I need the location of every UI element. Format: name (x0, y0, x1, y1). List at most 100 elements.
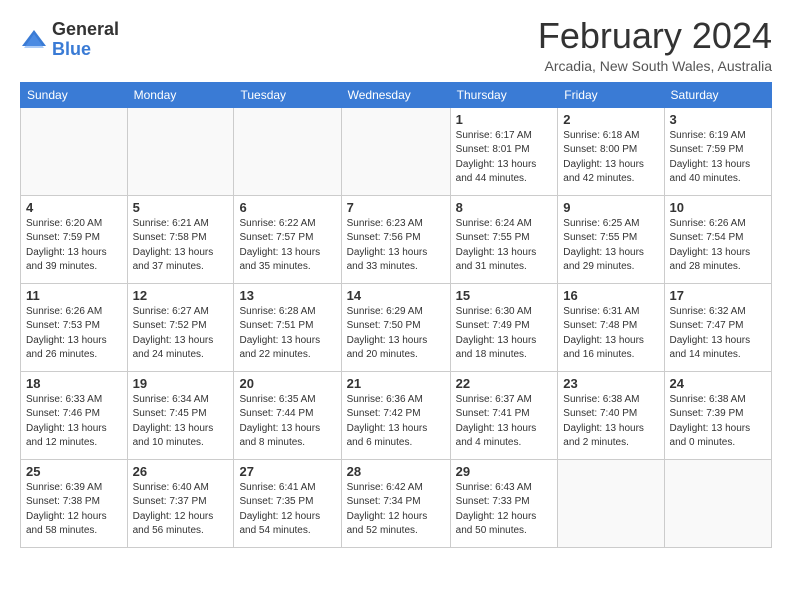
day-number: 11 (26, 288, 122, 303)
day-info: Sunrise: 6:39 AM Sunset: 7:38 PM Dayligh… (26, 481, 122, 539)
calendar-cell: 22 Sunrise: 6:37 AM Sunset: 7:41 PM Dayli… (450, 371, 558, 459)
day-info: Sunrise: 6:42 AM Sunset: 7:34 PM Dayligh… (347, 481, 445, 539)
calendar: Sunday Monday Tuesday Wednesday Thursday… (20, 82, 772, 548)
col-sunday: Sunday (21, 82, 128, 107)
day-number: 12 (133, 288, 229, 303)
calendar-cell (664, 459, 771, 547)
day-number: 20 (239, 376, 335, 391)
day-info: Sunrise: 6:38 AM Sunset: 7:39 PM Dayligh… (670, 393, 766, 451)
day-number: 3 (670, 112, 766, 127)
day-number: 4 (26, 200, 122, 215)
day-info: Sunrise: 6:33 AM Sunset: 7:46 PM Dayligh… (26, 393, 122, 451)
col-saturday: Saturday (664, 82, 771, 107)
logo: General Blue (20, 20, 119, 60)
calendar-cell: 14Sunrise: 6:29 AM Sunset: 7:50 PM Dayli… (341, 283, 450, 371)
calendar-cell: 5 Sunrise: 6:21 AM Sunset: 7:58 PM Daylig… (127, 195, 234, 283)
day-number: 2 (563, 112, 658, 127)
calendar-cell: 1 Sunrise: 6:17 AM Sunset: 8:01 PM Daylig… (450, 107, 558, 195)
day-number: 9 (563, 200, 658, 215)
week-row-0: 1 Sunrise: 6:17 AM Sunset: 8:01 PM Daylig… (21, 107, 772, 195)
week-row-3: 18 Sunrise: 6:33 AM Sunset: 7:46 PM Dayli… (21, 371, 772, 459)
calendar-cell: 9 Sunrise: 6:25 AM Sunset: 7:55 PM Daylig… (558, 195, 664, 283)
day-info: Sunrise: 6:31 AM Sunset: 7:48 PM Dayligh… (563, 305, 658, 363)
day-number: 13 (239, 288, 335, 303)
logo-text: General Blue (52, 20, 119, 60)
calendar-cell: 19 Sunrise: 6:34 AM Sunset: 7:45 PM Dayli… (127, 371, 234, 459)
title-area: February 2024 Arcadia, New South Wales, … (538, 16, 772, 74)
calendar-cell (21, 107, 128, 195)
day-info: Sunrise: 6:23 AM Sunset: 7:56 PM Dayligh… (347, 217, 445, 275)
col-thursday: Thursday (450, 82, 558, 107)
day-info: Sunrise: 6:34 AM Sunset: 7:45 PM Dayligh… (133, 393, 229, 451)
week-row-1: 4 Sunrise: 6:20 AM Sunset: 7:59 PM Daylig… (21, 195, 772, 283)
day-number: 8 (456, 200, 553, 215)
calendar-cell: 26Sunrise: 6:40 AM Sunset: 7:37 PM Dayli… (127, 459, 234, 547)
header-row: Sunday Monday Tuesday Wednesday Thursday… (21, 82, 772, 107)
day-info: Sunrise: 6:17 AM Sunset: 8:01 PM Dayligh… (456, 129, 553, 187)
calendar-cell: 17Sunrise: 6:32 AM Sunset: 7:47 PM Dayli… (664, 283, 771, 371)
day-info: Sunrise: 6:41 AM Sunset: 7:35 PM Dayligh… (239, 481, 335, 539)
header: General Blue February 2024 Arcadia, New … (20, 16, 772, 74)
day-info: Sunrise: 6:35 AM Sunset: 7:44 PM Dayligh… (239, 393, 335, 451)
calendar-cell: 28 Sunrise: 6:42 AM Sunset: 7:34 PM Dayli… (341, 459, 450, 547)
day-info: Sunrise: 6:36 AM Sunset: 7:42 PM Dayligh… (347, 393, 445, 451)
calendar-cell: 8 Sunrise: 6:24 AM Sunset: 7:55 PM Daylig… (450, 195, 558, 283)
calendar-cell: 15Sunrise: 6:30 AM Sunset: 7:49 PM Dayli… (450, 283, 558, 371)
calendar-cell: 13Sunrise: 6:28 AM Sunset: 7:51 PM Dayli… (234, 283, 341, 371)
calendar-cell: 24 Sunrise: 6:38 AM Sunset: 7:39 PM Dayli… (664, 371, 771, 459)
day-number: 15 (456, 288, 553, 303)
day-info: Sunrise: 6:18 AM Sunset: 8:00 PM Dayligh… (563, 129, 658, 187)
page: General Blue February 2024 Arcadia, New … (0, 0, 792, 612)
day-number: 5 (133, 200, 229, 215)
calendar-cell: 20 Sunrise: 6:35 AM Sunset: 7:44 PM Dayli… (234, 371, 341, 459)
month-year: February 2024 (538, 16, 772, 56)
day-number: 26 (133, 464, 229, 479)
calendar-cell: 6Sunrise: 6:22 AM Sunset: 7:57 PM Daylig… (234, 195, 341, 283)
calendar-cell: 7 Sunrise: 6:23 AM Sunset: 7:56 PM Daylig… (341, 195, 450, 283)
col-friday: Friday (558, 82, 664, 107)
day-number: 7 (347, 200, 445, 215)
day-info: Sunrise: 6:37 AM Sunset: 7:41 PM Dayligh… (456, 393, 553, 451)
day-number: 22 (456, 376, 553, 391)
col-tuesday: Tuesday (234, 82, 341, 107)
day-info: Sunrise: 6:27 AM Sunset: 7:52 PM Dayligh… (133, 305, 229, 363)
day-number: 21 (347, 376, 445, 391)
day-info: Sunrise: 6:19 AM Sunset: 7:59 PM Dayligh… (670, 129, 766, 187)
calendar-cell (341, 107, 450, 195)
calendar-cell: 29Sunrise: 6:43 AM Sunset: 7:33 PM Dayli… (450, 459, 558, 547)
logo-icon (20, 26, 48, 54)
logo-general: General (52, 20, 119, 40)
logo-blue: Blue (52, 40, 119, 60)
day-info: Sunrise: 6:20 AM Sunset: 7:59 PM Dayligh… (26, 217, 122, 275)
col-monday: Monday (127, 82, 234, 107)
day-number: 28 (347, 464, 445, 479)
calendar-cell: 16 Sunrise: 6:31 AM Sunset: 7:48 PM Dayli… (558, 283, 664, 371)
calendar-cell (127, 107, 234, 195)
calendar-cell: 27 Sunrise: 6:41 AM Sunset: 7:35 PM Dayli… (234, 459, 341, 547)
col-wednesday: Wednesday (341, 82, 450, 107)
day-number: 17 (670, 288, 766, 303)
day-number: 18 (26, 376, 122, 391)
day-info: Sunrise: 6:25 AM Sunset: 7:55 PM Dayligh… (563, 217, 658, 275)
calendar-cell: 12 Sunrise: 6:27 AM Sunset: 7:52 PM Dayli… (127, 283, 234, 371)
calendar-cell: 3 Sunrise: 6:19 AM Sunset: 7:59 PM Daylig… (664, 107, 771, 195)
week-row-4: 25Sunrise: 6:39 AM Sunset: 7:38 PM Dayli… (21, 459, 772, 547)
week-row-2: 11 Sunrise: 6:26 AM Sunset: 7:53 PM Dayli… (21, 283, 772, 371)
day-number: 10 (670, 200, 766, 215)
day-number: 24 (670, 376, 766, 391)
calendar-cell (234, 107, 341, 195)
day-number: 1 (456, 112, 553, 127)
day-info: Sunrise: 6:26 AM Sunset: 7:53 PM Dayligh… (26, 305, 122, 363)
day-info: Sunrise: 6:21 AM Sunset: 7:58 PM Dayligh… (133, 217, 229, 275)
calendar-cell: 23Sunrise: 6:38 AM Sunset: 7:40 PM Dayli… (558, 371, 664, 459)
calendar-cell: 10Sunrise: 6:26 AM Sunset: 7:54 PM Dayli… (664, 195, 771, 283)
day-number: 23 (563, 376, 658, 391)
day-number: 27 (239, 464, 335, 479)
day-info: Sunrise: 6:24 AM Sunset: 7:55 PM Dayligh… (456, 217, 553, 275)
day-info: Sunrise: 6:29 AM Sunset: 7:50 PM Dayligh… (347, 305, 445, 363)
calendar-cell: 18 Sunrise: 6:33 AM Sunset: 7:46 PM Dayli… (21, 371, 128, 459)
day-number: 19 (133, 376, 229, 391)
day-number: 16 (563, 288, 658, 303)
day-number: 29 (456, 464, 553, 479)
calendar-cell: 21 Sunrise: 6:36 AM Sunset: 7:42 PM Dayli… (341, 371, 450, 459)
